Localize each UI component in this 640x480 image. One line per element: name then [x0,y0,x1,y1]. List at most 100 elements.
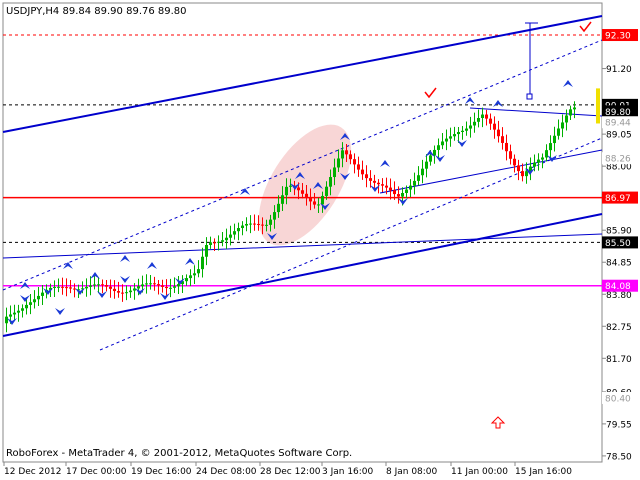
candle-body [505,142,508,152]
candle-body [333,167,336,178]
candle-body [345,150,348,155]
candle-body [177,284,180,287]
candle-body [129,290,132,293]
candle-body [473,121,476,126]
candle-body [245,223,248,226]
candle-body [113,288,116,292]
level-label: 86.97 [605,194,631,204]
candle-body [89,285,92,287]
candle-body [429,155,432,162]
chart-background [0,0,640,480]
candle-body [61,286,64,288]
candle-body [449,136,452,139]
candle-body [41,292,44,296]
candle-body [361,169,364,175]
candle-body [573,107,576,110]
candle-body [305,193,308,198]
candle-body [229,234,232,238]
candle-body [421,168,424,176]
candle-body [273,212,276,220]
candle-body [9,314,12,317]
candle-body [169,287,172,289]
candle-body [485,114,488,119]
candle-body [325,186,328,196]
candle-body [569,109,572,116]
candle-body [393,190,396,195]
candle-body [541,157,544,160]
candle-body [29,302,32,305]
candle-body [5,316,8,324]
candle-body [425,161,428,169]
y-tick-label: 78.50 [606,452,632,462]
candle-body [125,292,128,294]
candle-body [377,182,380,185]
candle-body [209,242,212,245]
candle-body [117,291,120,293]
candle-body [201,256,204,270]
x-tick-label: 15 Jan 16:00 [515,467,572,477]
candle-body [445,138,448,142]
candle-body [329,177,332,187]
x-tick-label: 11 Jan 00:00 [451,467,508,477]
candle-body [285,186,288,196]
target-zone-marker [596,88,600,124]
candle-body [277,203,280,213]
candle-body [189,275,192,279]
candle-body [493,123,496,130]
candle-body [453,134,456,137]
candle-body [205,244,208,257]
candle-body [525,171,528,177]
candle-body [417,175,420,181]
candle-body [17,310,20,313]
candle-body [373,180,376,183]
candle-body [145,283,148,285]
candle-body [197,269,200,274]
candle-body [533,162,536,167]
candle-body [33,299,36,303]
candle-body [385,185,388,188]
candle-body [109,286,112,289]
candle-body [465,128,468,131]
candle-body [237,228,240,232]
candle-body [97,284,100,286]
candle-body [233,231,236,235]
level-label: 92.30 [605,32,631,42]
y-tick-label: 85.90 [606,227,632,237]
candle-body [241,225,244,229]
candle-body [141,284,144,287]
candle-body [137,286,140,289]
candle-body [381,184,384,186]
candle-body [257,223,260,225]
candle-body [341,150,344,159]
candle-body [185,278,188,282]
chart-header: USDJPY,H4 89.84 89.90 89.76 89.80 [6,6,187,17]
candle-body [101,284,104,286]
candle-body [213,242,216,244]
y-tick-label: 89.05 [606,131,632,141]
candle-body [313,201,316,205]
candle-body [153,283,156,285]
candle-body [513,158,516,166]
candle-body [37,295,40,300]
candle-body [93,284,96,286]
candle-body [401,193,404,197]
candle-body [309,197,312,202]
candle-body [353,159,356,165]
candle-body [297,187,300,191]
projection-anchor-box [526,93,533,100]
chart-watermark: RoboForex - MetaTrader 4, © 2001-2012, M… [6,448,352,459]
candle-body [405,189,408,194]
candle-body [357,164,360,170]
candle-body [537,159,540,163]
candle-body [57,286,60,288]
x-tick-label: 24 Dec 08:00 [196,467,257,477]
candle-body [477,118,480,122]
y-tick-label: 81.70 [606,355,632,365]
candle-body [221,240,224,242]
candle-body [105,285,108,287]
level-label: 88.26 [605,155,631,165]
y-tick-label: 79.55 [606,420,632,430]
candle-body [269,219,272,225]
candle-body [365,174,368,179]
price-chart: 78.5079.5580.6081.7082.7583.8084.8585.90… [0,0,640,480]
